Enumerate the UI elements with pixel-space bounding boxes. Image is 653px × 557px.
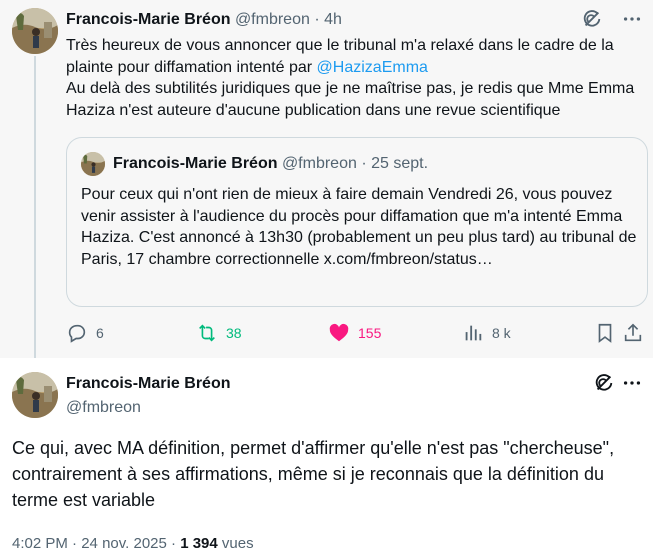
avatar-image-2 [12, 372, 58, 418]
share-icon [624, 323, 642, 342]
thread-line [34, 56, 36, 376]
views-icon [465, 325, 482, 341]
tweet-text-part2: Au delà des subtilités juridiques que je… [66, 80, 635, 119]
mention-link[interactable]: @HazizaEmma [317, 59, 428, 76]
tweet-text: Très heureux de vous annoncer que le tri… [66, 35, 644, 121]
bookmark-button[interactable] [594, 322, 616, 344]
tweet-reply[interactable]: Francois-Marie Bréon @fmbreon Ce qui, av… [0, 358, 653, 557]
action-bar: 6 38 155 8 k [66, 322, 646, 348]
views-count: 8 k [492, 325, 511, 341]
avatar-image [12, 8, 58, 54]
reply-button[interactable]: 6 [66, 322, 104, 344]
more-icon[interactable] [621, 8, 643, 30]
more-icon[interactable] [621, 372, 643, 394]
avatar[interactable] [12, 8, 58, 54]
dot-separator: · [314, 11, 320, 28]
repost-count: 38 [226, 325, 242, 341]
repost-icon [199, 324, 215, 342]
quote-date: 25 sept. [371, 155, 429, 172]
tweet-text-2: Ce qui, avec MA définition, permet d'aff… [12, 438, 615, 510]
tweet-date-2[interactable]: 24 nov. 2025 [81, 535, 167, 552]
reply-count: 6 [96, 325, 104, 341]
views-button[interactable]: 8 k [462, 322, 511, 344]
tweet-header: Francois-Marie Bréon @fmbreon · 4h [66, 10, 342, 30]
quote-dot: · [361, 155, 367, 172]
bookmark-icon [598, 323, 612, 343]
tweet-time-2[interactable]: 4:02 PM [12, 535, 68, 552]
quoted-tweet[interactable]: Francois-Marie Bréon @fmbreon · 25 sept.… [66, 137, 648, 307]
tweet-time[interactable]: 4h [324, 11, 342, 28]
author-name-2[interactable]: Francois-Marie Bréon [66, 374, 230, 394]
repost-button[interactable]: 38 [196, 322, 242, 344]
quote-handle: @fmbreon [281, 155, 357, 172]
author-handle-2[interactable]: @fmbreon [66, 398, 141, 418]
quote-text: Pour ceux qui n'ont rien de mieux à fair… [81, 186, 637, 268]
author-handle[interactable]: @fmbreon [235, 11, 310, 28]
meta-dot-2: · [171, 535, 181, 552]
grok-icon[interactable] [581, 8, 603, 30]
tweet-meta: 4:02 PM · 24 nov. 2025 · 1 394 vues [12, 534, 254, 554]
views-label-2: vues [221, 535, 254, 552]
share-button[interactable] [622, 322, 644, 344]
reply-icon [68, 324, 86, 343]
author-name[interactable]: Francois-Marie Bréon [66, 11, 230, 28]
like-count: 155 [358, 325, 382, 341]
quote-avatar[interactable] [81, 152, 105, 176]
quote-header: Francois-Marie Bréon @fmbreon · 25 sept. [113, 154, 428, 174]
tweet-main[interactable]: Francois-Marie Bréon @fmbreon · 4h Très … [0, 0, 653, 376]
like-button[interactable]: 155 [328, 322, 381, 344]
avatar-2[interactable] [12, 372, 58, 418]
views-count-2: 1 394 [180, 535, 218, 552]
quote-avatar-image [81, 152, 105, 176]
like-icon [329, 323, 349, 342]
quote-author-name: Francois-Marie Bréon [113, 155, 278, 172]
meta-dot-1: · [72, 535, 82, 552]
grok-icon[interactable] [593, 372, 615, 394]
